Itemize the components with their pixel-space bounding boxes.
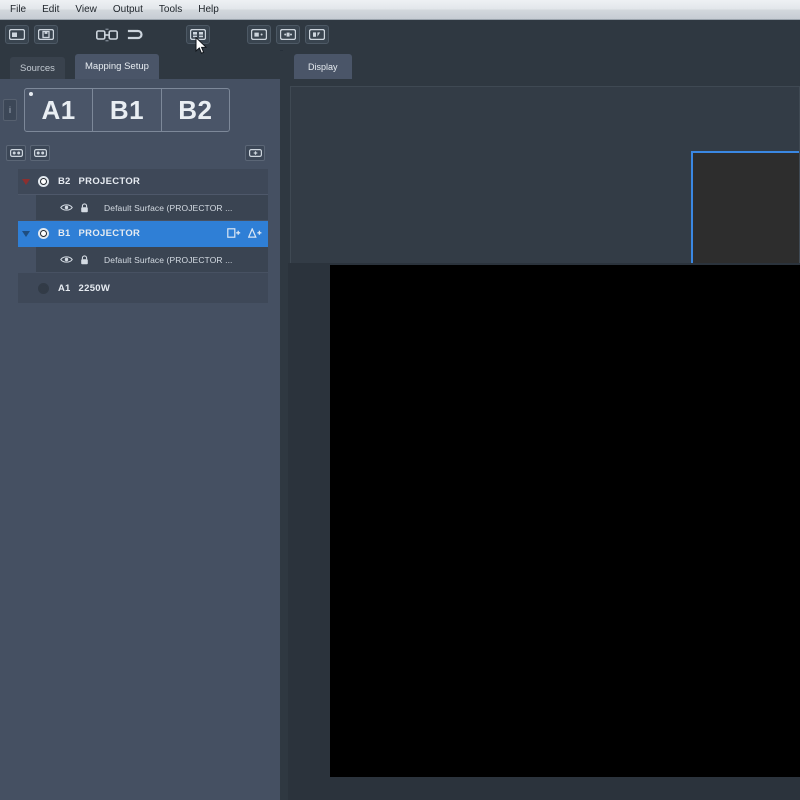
application-window: File Edit View Output Tools Help xyxy=(0,0,800,800)
output-center-icon[interactable] xyxy=(276,25,300,44)
menu-bar: File Edit View Output Tools Help xyxy=(0,0,800,20)
add-projector-icon[interactable] xyxy=(6,145,26,161)
source-label-b1: B1 xyxy=(110,95,144,126)
menu-item-tools[interactable]: Tools xyxy=(151,2,190,18)
chevron-down-icon[interactable] xyxy=(18,179,34,185)
menu-item-help[interactable]: Help xyxy=(190,2,227,18)
loop-icon[interactable] xyxy=(124,25,148,44)
menu-item-file[interactable]: File xyxy=(2,2,34,18)
mapping-canvas[interactable] xyxy=(330,265,800,777)
source-button-b1[interactable]: B1 xyxy=(93,89,161,131)
chevron-down-icon[interactable] xyxy=(18,231,34,237)
menu-item-view[interactable]: View xyxy=(67,2,105,18)
add-triangle-surface-icon[interactable] xyxy=(248,225,262,243)
right-panel-tabstrip: Display xyxy=(283,50,800,79)
projector-radio[interactable] xyxy=(38,283,49,294)
output-left-icon[interactable] xyxy=(247,25,271,44)
save-project-icon[interactable] xyxy=(34,25,58,44)
main-toolbar xyxy=(0,20,800,51)
source-button-a1[interactable]: A1 xyxy=(25,89,93,131)
tab-mapping-setup[interactable]: Mapping Setup xyxy=(75,54,159,79)
tree-toolbar xyxy=(0,141,280,169)
sources-selector-row: i A1 B1 B2 xyxy=(0,79,280,141)
tree-item-label: PROJECTOR xyxy=(79,228,141,239)
left-panel: Sources Mapping Setup i A1 B1 B2 xyxy=(0,50,280,800)
projector-radio[interactable] xyxy=(38,228,49,239)
source-label-a1: A1 xyxy=(42,95,76,126)
multi-display-icon[interactable] xyxy=(186,25,210,44)
tree-child-label: Default Surface (PROJECTOR ... xyxy=(104,203,233,213)
left-panel-tabstrip: Sources Mapping Setup xyxy=(0,50,280,79)
tab-display[interactable]: Display xyxy=(294,54,352,79)
add-quad-surface-icon[interactable] xyxy=(227,225,241,243)
source-active-dot xyxy=(29,92,33,96)
source-label-b2: B2 xyxy=(178,95,212,126)
display-preview-area[interactable]: B1 xyxy=(290,86,800,282)
lock-icon[interactable] xyxy=(79,203,90,213)
tree-item-code: B2 xyxy=(58,176,71,187)
tree-row[interactable]: A1 2250W xyxy=(18,273,268,303)
info-button[interactable]: i xyxy=(3,99,17,121)
tree-item-label: 2250W xyxy=(79,283,111,294)
tree-row[interactable]: B1 PROJECTOR xyxy=(18,221,268,247)
source-group: A1 B1 B2 xyxy=(24,88,230,132)
duplicate-projector-icon[interactable] xyxy=(30,145,50,161)
add-output-icon[interactable] xyxy=(245,145,265,161)
eye-icon[interactable] xyxy=(60,203,73,212)
tree-item-label: PROJECTOR xyxy=(79,176,141,187)
tree-child-label: Default Surface (PROJECTOR ... xyxy=(104,255,233,265)
projector-output-box[interactable]: B1 xyxy=(691,151,800,277)
tree-row[interactable]: Default Surface (PROJECTOR ... xyxy=(36,195,268,221)
tree-item-code: A1 xyxy=(58,283,71,294)
lock-icon[interactable] xyxy=(79,255,90,265)
tree-row[interactable]: B2 PROJECTOR xyxy=(18,169,268,195)
menu-item-edit[interactable]: Edit xyxy=(34,2,67,18)
tree-item-code: B1 xyxy=(58,228,71,239)
projector-radio[interactable] xyxy=(38,176,49,187)
projector-tree: B2 PROJECTOR Default Surface ( xyxy=(18,169,268,303)
source-button-b2[interactable]: B2 xyxy=(162,89,229,131)
eye-icon[interactable] xyxy=(60,255,73,264)
output-right-icon[interactable] xyxy=(305,25,329,44)
tree-row-actions xyxy=(227,221,262,246)
menu-item-output[interactable]: Output xyxy=(105,2,151,18)
link-outputs-icon[interactable] xyxy=(95,25,119,44)
tree-row[interactable]: Default Surface (PROJECTOR ... xyxy=(36,247,268,273)
tab-sources[interactable]: Sources xyxy=(10,57,65,79)
new-project-icon[interactable] xyxy=(5,25,29,44)
